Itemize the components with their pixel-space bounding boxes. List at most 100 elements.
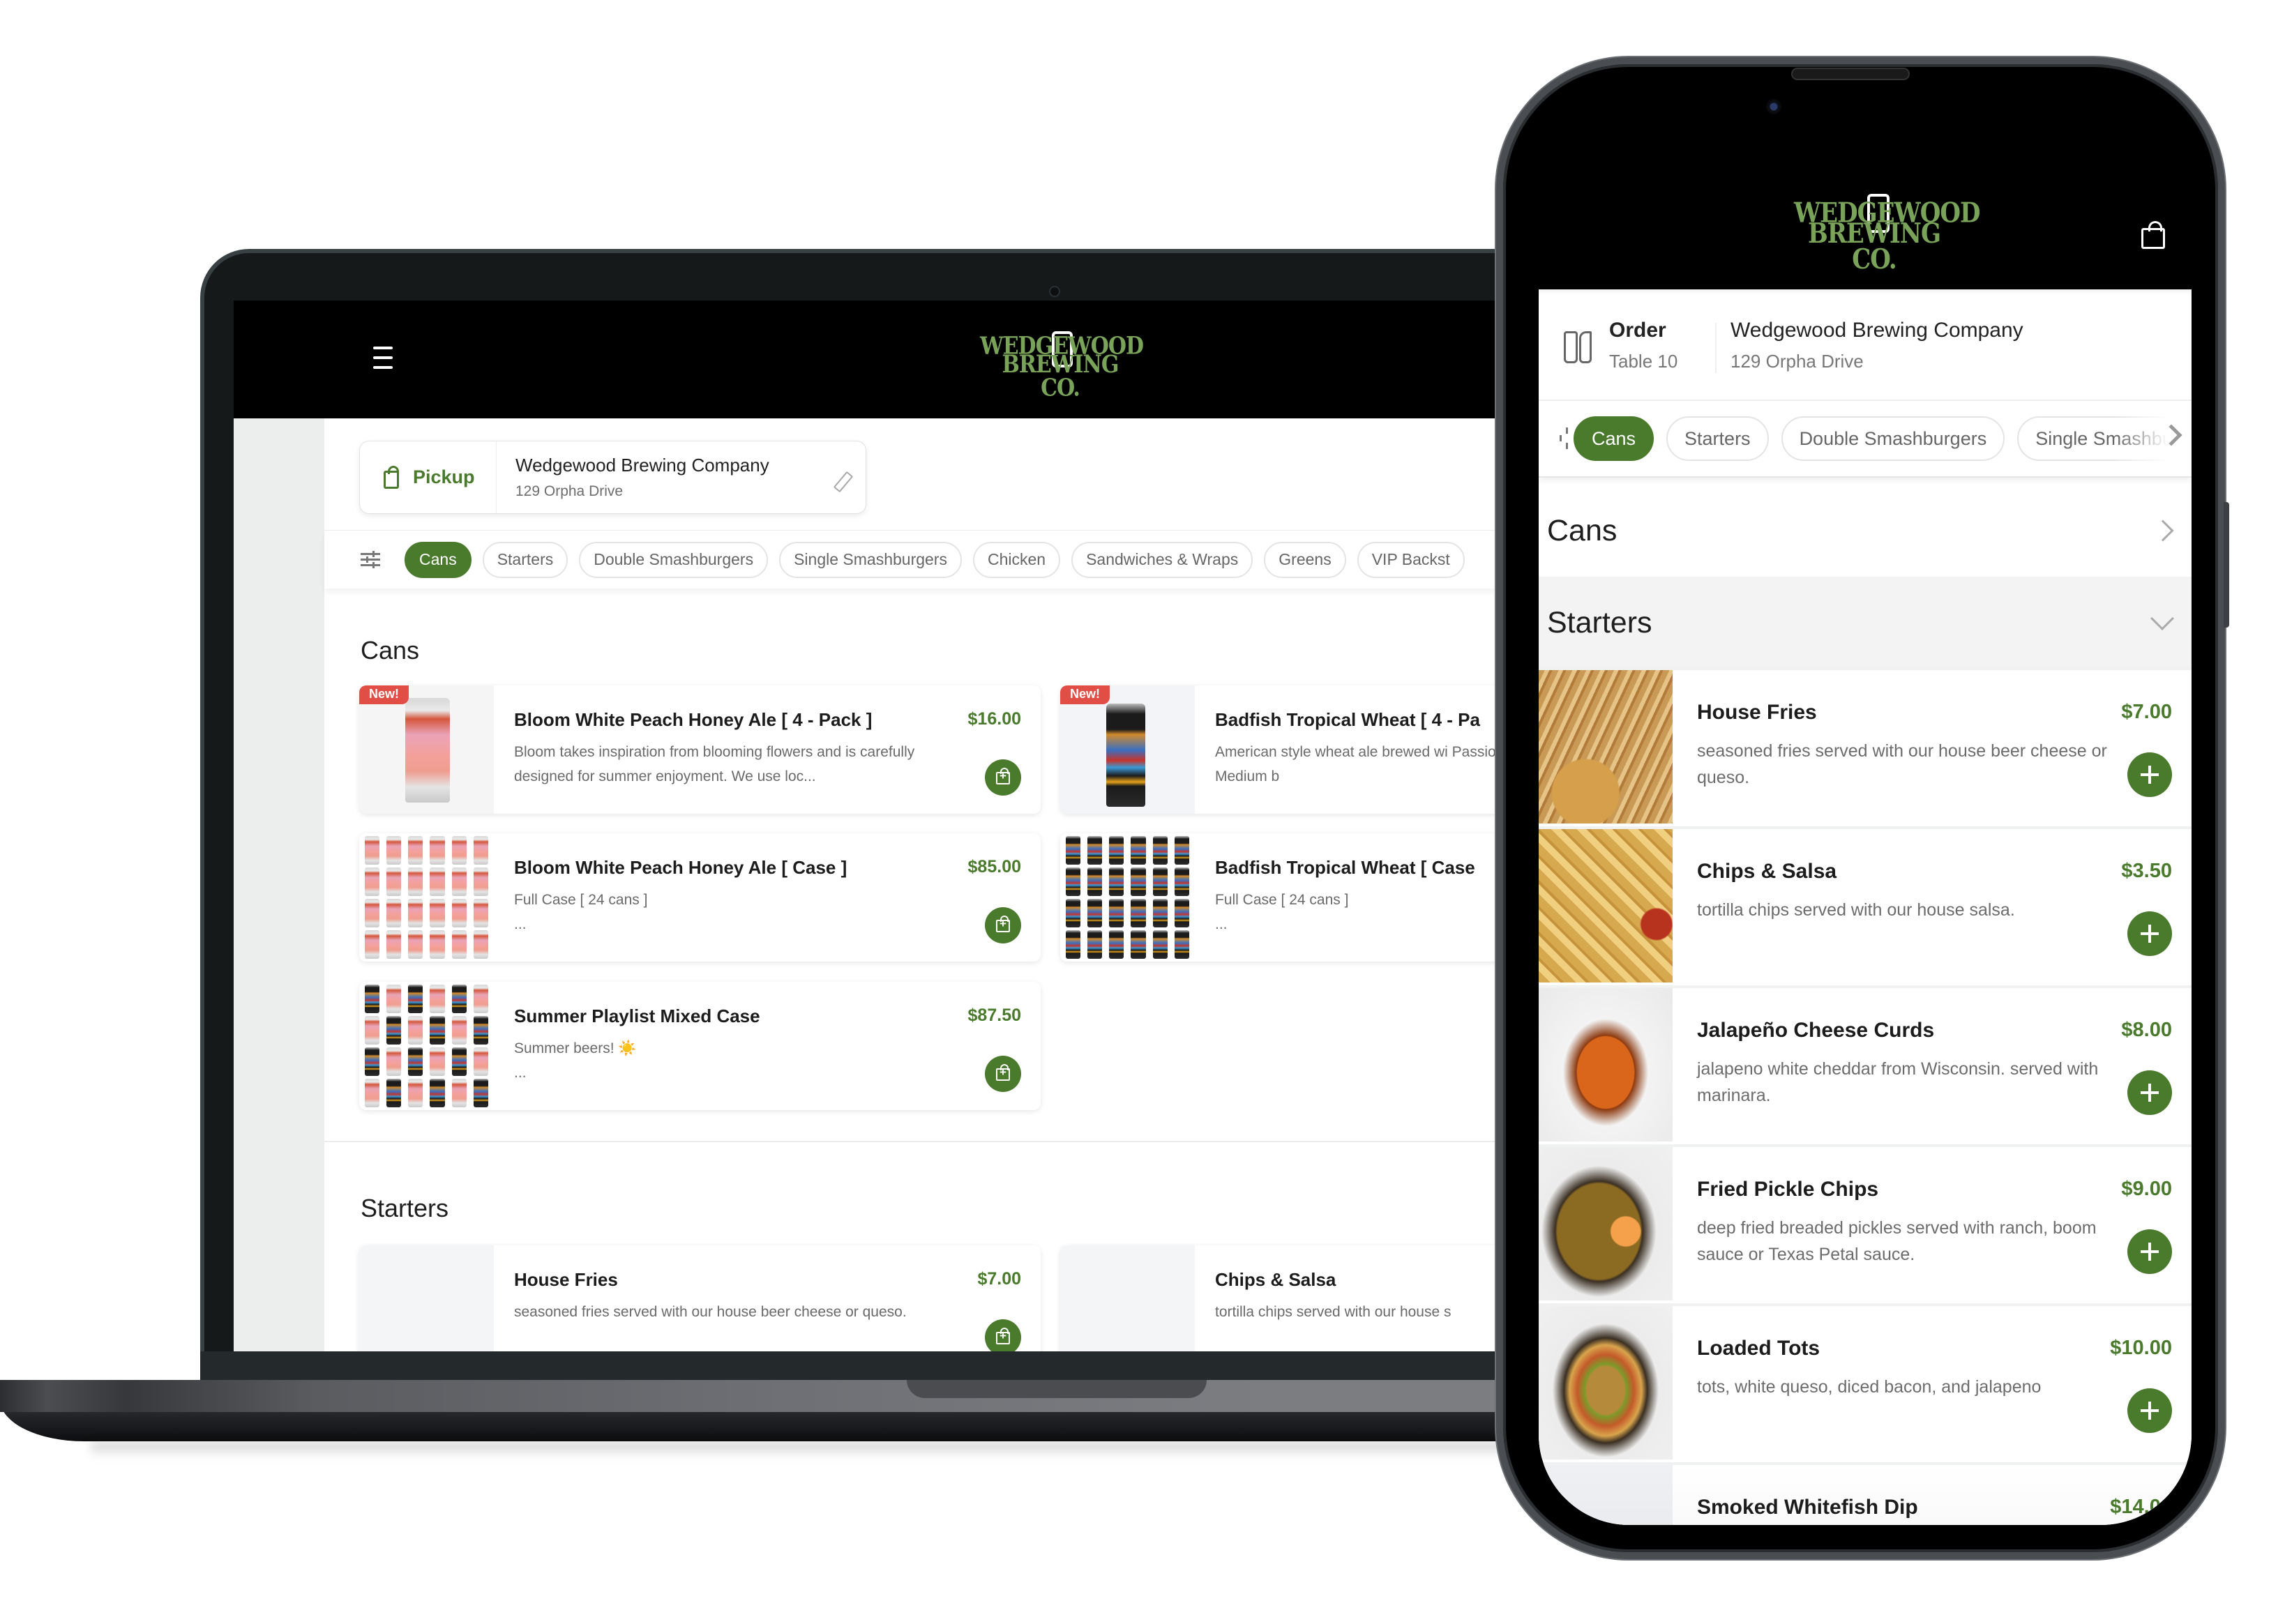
- brand-logo[interactable]: WEDGEWOOD BREWING CO.: [1794, 194, 1980, 273]
- add-item-button[interactable]: [2127, 1388, 2172, 1433]
- item-ellipsis: ...: [514, 1064, 527, 1081]
- can-image: [408, 836, 423, 865]
- can-image: [386, 1079, 402, 1107]
- can-image: [386, 1047, 402, 1076]
- chevron-down-icon: [2150, 607, 2174, 630]
- item-price: $16.00: [967, 709, 1021, 729]
- can-image: [1066, 899, 1081, 927]
- item-description: seasoned fries served with our house bee…: [1697, 741, 2107, 787]
- item-ellipsis: ...: [514, 916, 527, 932]
- brand-logo[interactable]: WEDGEWOOD BREWING CO.: [980, 331, 1144, 400]
- category-chip-starters[interactable]: Starters: [1666, 416, 1769, 461]
- menu-item[interactable]: Smoked Whitefish Dip $14.00: [1539, 1462, 2192, 1525]
- item-price: $3.50: [2121, 860, 2172, 882]
- item-name: Smoked Whitefish Dip: [1697, 1496, 1918, 1519]
- cart-bag-icon[interactable]: [2141, 221, 2165, 249]
- can-image: [386, 867, 402, 896]
- menu-item-card[interactable]: Bloom White Peach Honey Ale [ Case ] $85…: [359, 833, 1041, 962]
- menu-item-card[interactable]: New! Bloom White Peach Honey Ale [ 4 - P…: [359, 685, 1041, 814]
- menu-item-card[interactable]: New! Badfish Tropical Wheat [ 4 - Pa Ame…: [1060, 685, 1559, 814]
- category-chip-double-smashburgers[interactable]: Double Smashburgers: [579, 541, 769, 578]
- can-image: [1087, 836, 1103, 865]
- can-image: [451, 867, 467, 896]
- item-name: House Fries: [1697, 701, 1817, 724]
- item-name: Bloom White Peach Honey Ale [ 4 - Pack ]: [514, 709, 873, 730]
- item-image: [1060, 1245, 1195, 1351]
- hamburger-icon[interactable]: [373, 347, 393, 370]
- can-image: [430, 1047, 445, 1076]
- can-image: [1174, 836, 1189, 865]
- can-image: [365, 899, 380, 927]
- category-chip-single-smashburgers[interactable]: Single Smashburgers: [779, 541, 962, 578]
- category-chip-greens[interactable]: Greens: [1264, 541, 1346, 578]
- item-image: [1539, 1147, 1673, 1300]
- laptop-shadow: [91, 1441, 1555, 1458]
- category-chip-cans[interactable]: Cans: [405, 541, 472, 578]
- menu-item[interactable]: Jalapeño Cheese Curds $8.00 jalapeno whi…: [1539, 985, 2192, 1141]
- menu-item[interactable]: House Fries $7.00 seasoned fries served …: [1539, 667, 2192, 824]
- can-image: [1066, 930, 1081, 959]
- can-image: [473, 1079, 488, 1107]
- section-header-cans[interactable]: Cans: [1539, 485, 2192, 577]
- menu-item[interactable]: Chips & Salsa $3.50 tortilla chips serve…: [1539, 826, 2192, 982]
- chevron-right-icon: [2152, 519, 2174, 542]
- menu-item-card[interactable]: Chips & Salsa tortilla chips served with…: [1060, 1245, 1559, 1351]
- menu-item-card[interactable]: House Fries $7.00 seasoned fries served …: [359, 1245, 1041, 1351]
- category-chip-vip-backstage[interactable]: VIP Backst: [1357, 541, 1465, 578]
- can-image: [1152, 836, 1168, 865]
- category-chip-starters[interactable]: Starters: [482, 541, 568, 578]
- item-name: Summer Playlist Mixed Case: [514, 1005, 760, 1026]
- add-item-button[interactable]: [2127, 1229, 2172, 1274]
- can-image: [1087, 899, 1103, 927]
- add-item-button[interactable]: [2127, 911, 2172, 956]
- item-name: Loaded Tots: [1697, 1337, 1820, 1360]
- add-to-bag-button[interactable]: [985, 759, 1021, 796]
- can-image: [1066, 867, 1081, 896]
- add-item-button[interactable]: [2127, 1070, 2172, 1115]
- add-to-bag-button[interactable]: [985, 1319, 1021, 1351]
- section-header-starters[interactable]: Starters: [1539, 577, 2192, 669]
- item-description: Full Case [ 24 cans ]: [514, 892, 648, 908]
- section-title-cans: Cans: [361, 636, 420, 665]
- can-image: [1087, 867, 1103, 896]
- divider: [1715, 323, 1717, 373]
- add-item-button[interactable]: [2127, 752, 2172, 797]
- can-image: [451, 1079, 467, 1107]
- menu-item[interactable]: Fried Pickle Chips $9.00 deep fried brea…: [1539, 1144, 2192, 1300]
- category-chip-cans[interactable]: Cans: [1574, 416, 1654, 461]
- item-image: [359, 982, 494, 1110]
- order-label: Order: [1609, 319, 1666, 342]
- can-image: [1174, 930, 1189, 959]
- item-name: Jalapeño Cheese Curds: [1697, 1019, 1935, 1042]
- menu-item[interactable]: Loaded Tots $10.00 tots, white queso, di…: [1539, 1303, 2192, 1459]
- item-image: [1060, 685, 1195, 814]
- phone-side-button: [2224, 502, 2229, 628]
- table-number: Table 10: [1609, 351, 1678, 372]
- location-card[interactable]: Pickup Wedgewood Brewing Company 129 Orp…: [359, 441, 866, 514]
- can-image: [1131, 836, 1146, 865]
- can-image: [430, 930, 445, 959]
- item-price: $7.00: [977, 1269, 1021, 1289]
- laptop-screen: WEDGEWOOD BREWING CO. Pickup Wedgewood B…: [234, 301, 1559, 1351]
- pickup-toggle[interactable]: Pickup: [360, 441, 497, 513]
- can-image: [1152, 899, 1168, 927]
- can-image: [365, 930, 380, 959]
- item-name: Bloom White Peach Honey Ale [ Case ]: [514, 857, 847, 878]
- category-chip-double-smashburgers[interactable]: Double Smashburgers: [1781, 416, 2005, 461]
- order-info[interactable]: Order Table 10 Wedgewood Brewing Company…: [1539, 289, 2192, 401]
- pickup-label: Pickup: [413, 466, 475, 487]
- phone-speaker: [1791, 68, 1910, 80]
- menu-item-card[interactable]: Badfish Tropical Wheat [ Case Full Case …: [1060, 833, 1559, 962]
- can-image: [365, 1016, 380, 1045]
- can-image: [1066, 836, 1081, 865]
- can-image: [1131, 899, 1146, 927]
- category-chip-sandwiches-wraps[interactable]: Sandwiches & Wraps: [1071, 541, 1253, 578]
- laptop-header: WEDGEWOOD BREWING CO.: [234, 301, 1559, 418]
- sliders-icon[interactable]: [361, 550, 380, 568]
- new-badge: New!: [1060, 685, 1110, 704]
- menu-item-card[interactable]: Summer Playlist Mixed Case $87.50 Summer…: [359, 982, 1041, 1110]
- add-to-bag-button[interactable]: [985, 907, 1021, 943]
- sidebar: [234, 418, 324, 1351]
- category-chip-chicken[interactable]: Chicken: [972, 541, 1061, 578]
- add-to-bag-button[interactable]: [985, 1056, 1021, 1092]
